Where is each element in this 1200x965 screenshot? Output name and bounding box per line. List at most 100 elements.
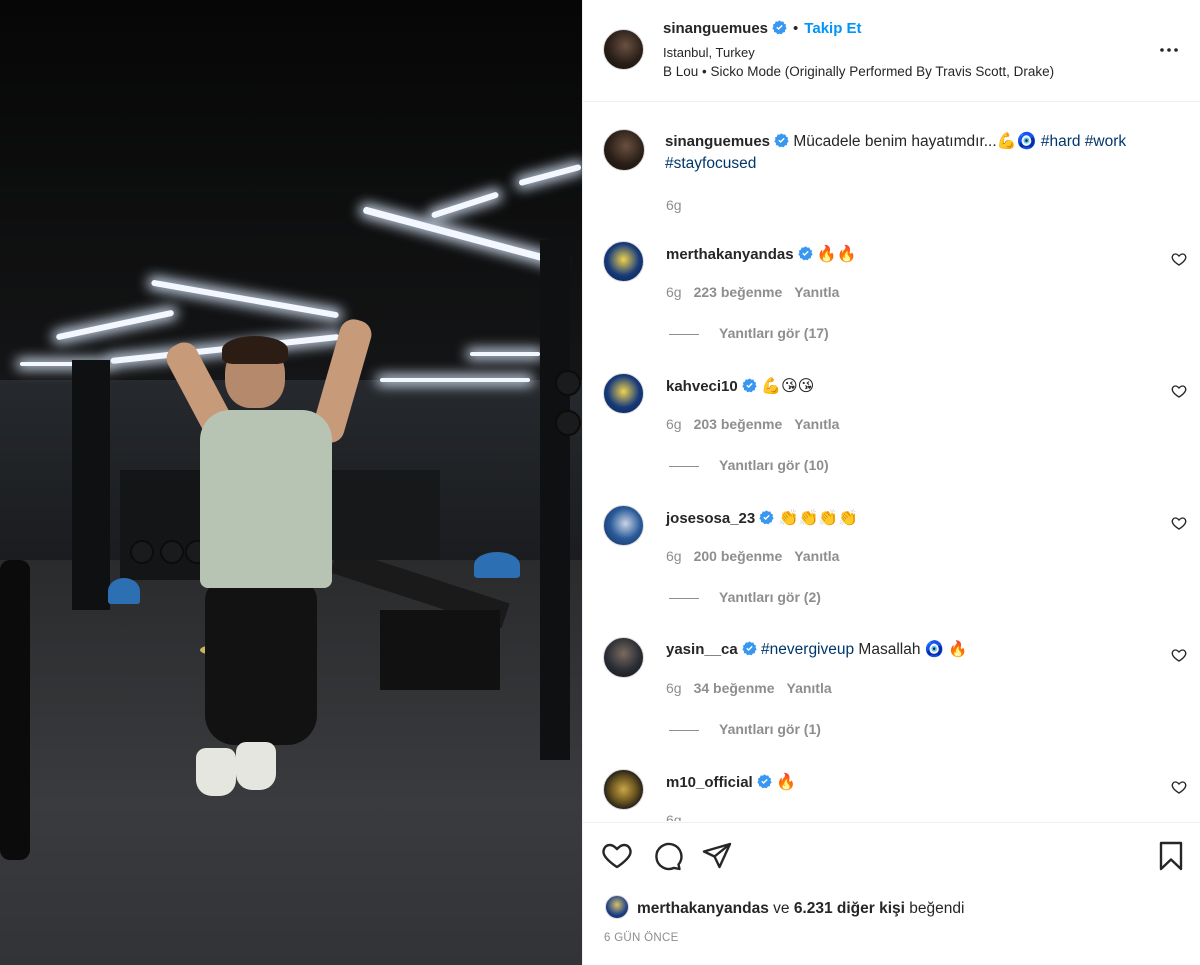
comment-icon[interactable] (651, 840, 683, 872)
comment-body: merthakanyandas 🔥🔥 (666, 244, 857, 264)
caption-emojis: 💪🧿 (996, 133, 1037, 150)
comment-text: 💪😘😘 (761, 378, 815, 395)
heart-icon[interactable] (601, 840, 633, 872)
verified-badge-icon (757, 774, 772, 789)
view-replies-button[interactable]: Yanıtları gör (17) (669, 325, 829, 341)
commenter-avatar[interactable] (603, 373, 644, 414)
comment-like-heart-icon[interactable] (1171, 515, 1187, 531)
commenter-avatar[interactable] (603, 769, 644, 810)
comment-meta: 6g 203 beğenme Yanıtla (666, 416, 851, 432)
view-replies-label: Yanıtları gör (1) (719, 721, 821, 737)
comment-meta: 6g 223 beğenme Yanıtla (666, 284, 851, 300)
commenter-username[interactable]: kahveci10 (666, 378, 738, 395)
comment-time[interactable]: 6g (666, 812, 682, 821)
comment-like-heart-icon[interactable] (1171, 779, 1187, 795)
post-audio[interactable]: B Lou • Sicko Mode (Originally Performed… (663, 64, 1054, 79)
post-time-ago[interactable]: 6 GÜN ÖNCE (604, 932, 679, 944)
more-options-icon[interactable] (1157, 38, 1181, 62)
person-shirt (200, 410, 332, 588)
weight-plate (555, 370, 581, 396)
ceiling-light (470, 352, 540, 356)
liked-by-suffix: beğendi (909, 900, 965, 917)
person-hair (222, 336, 288, 364)
liked-by-connector: ve (773, 900, 790, 917)
verified-badge-icon (759, 510, 774, 525)
comment-item: merthakanyandas 🔥🔥 6g 223 beğenme Yanıtla … (603, 241, 1187, 361)
view-replies-button[interactable]: Yanıtları gör (1) (669, 721, 821, 737)
verified-badge-icon (742, 378, 757, 393)
commenter-username[interactable]: yasin__ca (666, 641, 738, 658)
comment-body: yasin__ca #nevergiveup Masallah 🧿 🔥 (666, 640, 968, 659)
cable-machine (72, 360, 110, 610)
commenter-avatar[interactable] (603, 637, 644, 678)
comment-time[interactable]: 6g (666, 284, 682, 300)
likes-count-link[interactable]: 6.231 diğer kişi (794, 900, 905, 917)
comment-time[interactable]: 6g (666, 548, 682, 564)
commenter-avatar[interactable] (603, 505, 644, 546)
view-replies-button[interactable]: Yanıtları gör (2) (669, 589, 821, 605)
follow-button[interactable]: Takip Et (804, 20, 861, 37)
reply-button[interactable]: Yanıtla (794, 416, 839, 432)
view-replies-label: Yanıtları gör (10) (719, 457, 829, 473)
post-header: sinanguemues • Takip Et Istanbul, Turkey B… (583, 0, 1200, 102)
comment-likes[interactable]: 34 beğenme (694, 680, 775, 696)
hashtag-link[interactable]: #nevergiveup (761, 641, 854, 658)
comment-meta: 6g 200 beğenme Yanıtla (666, 548, 851, 564)
share-icon[interactable] (701, 840, 733, 872)
weight-plate (130, 540, 154, 564)
gym-ceiling (0, 0, 582, 380)
view-replies-label: Yanıtları gör (2) (719, 589, 821, 605)
reply-button[interactable]: Yanıtla (794, 284, 839, 300)
comment-likes[interactable]: 223 beğenme (694, 284, 783, 300)
liker-username[interactable]: merthakanyandas (637, 900, 769, 917)
post-video[interactable] (0, 0, 582, 965)
comment-like-heart-icon[interactable] (1171, 383, 1187, 399)
commenter-username[interactable]: m10_official (666, 774, 753, 791)
comment-likes[interactable]: 200 beğenme (694, 548, 783, 564)
reply-button[interactable]: Yanıtla (787, 680, 832, 696)
ceiling-light (380, 378, 530, 382)
bookmark-icon[interactable] (1155, 840, 1187, 872)
comment-item: kahveci10 💪😘😘 6g 203 beğenme Yanıtla Yanıt… (603, 373, 1187, 493)
reply-button[interactable]: Yanıtla (794, 548, 839, 564)
comment-likes[interactable]: 203 beğenme (694, 416, 783, 432)
comment-text: 🔥🔥 (816, 246, 857, 263)
comment-like-heart-icon[interactable] (1171, 647, 1187, 663)
commenter-username[interactable]: merthakanyandas (666, 246, 794, 263)
hashtag-link[interactable]: #hard (1041, 133, 1081, 150)
comment-meta: 6g 34 beğenme Yanıtla (666, 680, 844, 696)
comment-like-heart-icon[interactable] (1171, 251, 1187, 267)
caption-body: Mücadele benim hayatımdır... (793, 133, 997, 150)
view-replies-label: Yanıtları gör (17) (719, 325, 829, 341)
caption-time[interactable]: 6g (666, 197, 682, 213)
replies-line (669, 597, 699, 599)
liker-avatar[interactable] (605, 895, 629, 919)
comments-list[interactable]: sinanguemues Mücadele benim hayatımdır..… (583, 103, 1200, 821)
cable-machine (540, 240, 570, 760)
hashtag-link[interactable]: #stayfocused (665, 155, 756, 172)
person-pants (205, 580, 317, 745)
replies-line (669, 465, 699, 467)
author-avatar[interactable] (603, 29, 644, 70)
bosu-ball (474, 552, 520, 578)
replies-line (669, 729, 699, 731)
verified-badge-icon (772, 20, 787, 35)
commenter-username[interactable]: josesosa_23 (666, 510, 755, 527)
post-actions: merthakanyandas ve 6.231 diğer kişi beğe… (583, 822, 1200, 965)
hashtag-link[interactable]: #work (1085, 133, 1126, 150)
post-location[interactable]: Istanbul, Turkey (663, 45, 755, 60)
view-replies-button[interactable]: Yanıtları gör (10) (669, 457, 829, 473)
comment-text: 👏👏👏👏 (778, 510, 859, 527)
caption-username[interactable]: sinanguemues (665, 133, 770, 150)
comment-item: m10_official 🔥 6g (603, 769, 1187, 821)
author-username[interactable]: sinanguemues (663, 20, 768, 37)
comment-time[interactable]: 6g (666, 416, 682, 432)
comment-time[interactable]: 6g (666, 680, 682, 696)
comment-item: josesosa_23 👏👏👏👏 6g 200 beğenme Yanıtla Ya… (603, 505, 1187, 625)
comment-body: josesosa_23 👏👏👏👏 (666, 508, 858, 528)
commenter-avatar[interactable] (603, 241, 644, 282)
bench-stand (380, 610, 500, 690)
separator-dot: • (793, 20, 799, 37)
caption-avatar[interactable] (603, 129, 645, 171)
caption-text: sinanguemues Mücadele benim hayatımdır..… (665, 131, 1185, 175)
